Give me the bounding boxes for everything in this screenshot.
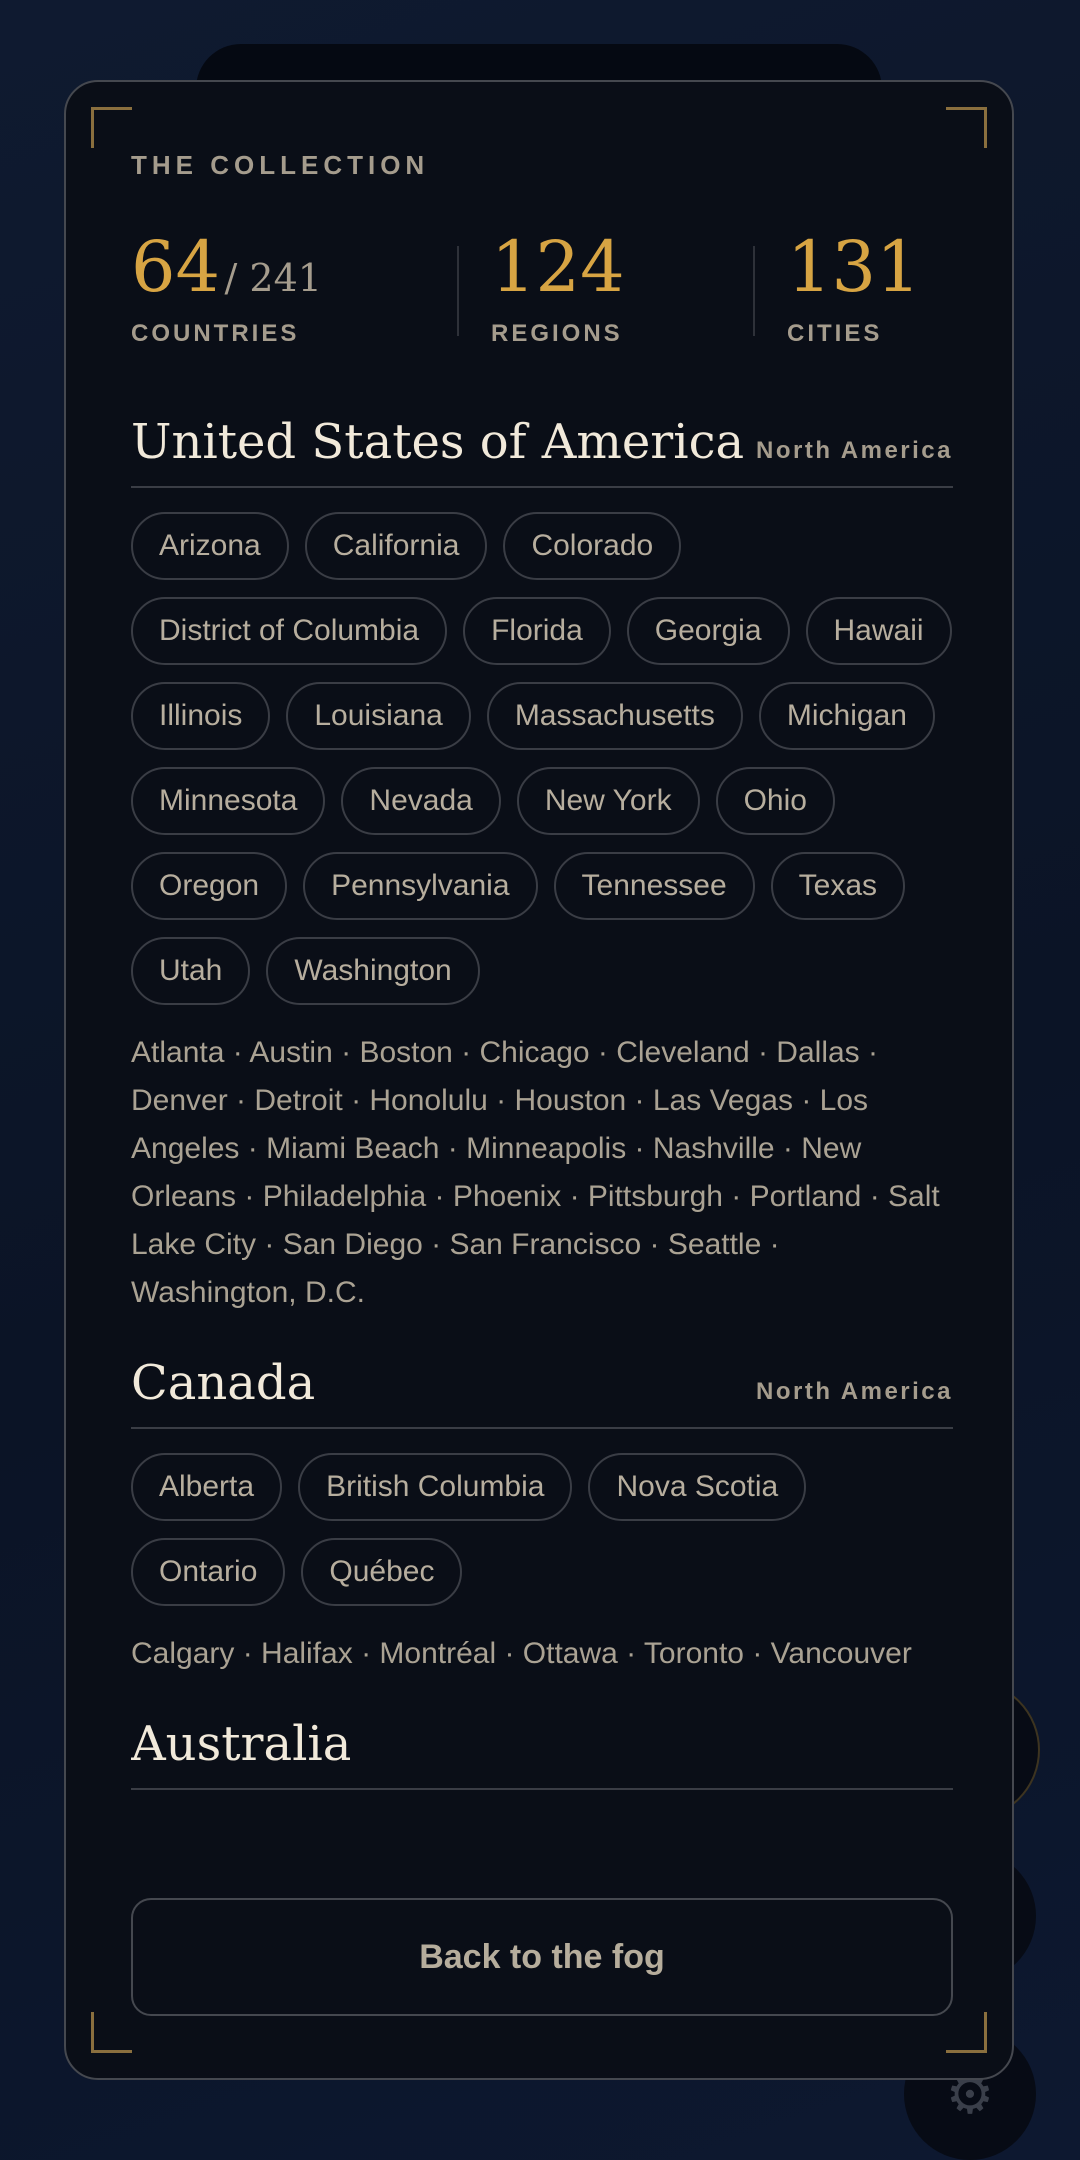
city-list: Calgary · Halifax · Montréal · Ottawa · … (131, 1637, 912, 1670)
stat-countries: 64 / 241 COUNTRIES (131, 232, 322, 348)
region-chip[interactable]: Illinois (131, 682, 271, 750)
country-name: Australia (131, 1716, 352, 1772)
stat-cities: 131 CITIES (787, 232, 921, 348)
corner-ornament (91, 2012, 132, 2053)
region-chip[interactable]: District of Columbia (131, 597, 448, 665)
region-chip[interactable]: Michigan (758, 682, 935, 750)
region-chip[interactable]: Colorado (503, 512, 682, 580)
region-chips: Alberta British Columbia Nova Scotia Ontari… (131, 1453, 953, 1606)
stat-regions: 124 REGIONS (491, 232, 625, 348)
region-chip[interactable]: Georgia (626, 597, 790, 665)
stat-divider (457, 246, 459, 336)
region-chip[interactable]: Louisiana (286, 682, 471, 750)
continent-label: North America (756, 437, 953, 464)
country-name: United States of America (131, 414, 745, 470)
region-chip[interactable]: Hawaii (805, 597, 952, 665)
country-header: Canada North America (131, 1355, 953, 1429)
corner-ornament (946, 2012, 987, 2053)
region-chip[interactable]: Québec (301, 1538, 463, 1606)
region-chip[interactable]: Arizona (131, 512, 289, 580)
region-chip[interactable]: Ohio (715, 767, 835, 835)
region-chip[interactable]: Massachusetts (486, 682, 743, 750)
region-chip[interactable]: Ontario (131, 1538, 286, 1606)
country-header: Australia (131, 1716, 953, 1790)
region-chip[interactable]: Tennessee (553, 852, 755, 920)
countries-total: / 241 (224, 256, 322, 300)
country-header: United States of America North America (131, 414, 953, 488)
cities-count: 131 (787, 226, 921, 308)
city-list: Atlanta · Austin · Boston · Chicago · Cl… (131, 1036, 940, 1309)
regions-label: REGIONS (491, 320, 623, 347)
country-section: United States of America North America Ari… (131, 414, 953, 1317)
region-chip[interactable]: British Columbia (298, 1453, 573, 1521)
collection-title: THE COLLECTION (131, 150, 430, 180)
collection-panel: THE COLLECTION 64 / 241 COUNTRIES 124 RE… (64, 80, 1014, 2080)
continent-label: North America (756, 1378, 953, 1405)
region-chip[interactable]: Oregon (131, 852, 288, 920)
region-chip[interactable]: Utah (131, 937, 251, 1005)
corner-ornament (91, 107, 132, 148)
region-chip[interactable]: California (304, 512, 488, 580)
region-chip[interactable]: Nevada (341, 767, 501, 835)
stat-divider (753, 246, 755, 336)
regions-count: 124 (491, 226, 625, 308)
country-section: Australia (131, 1716, 953, 1790)
cities-label: CITIES (787, 320, 883, 347)
region-chip[interactable]: Texas (770, 852, 906, 920)
region-chip[interactable]: Alberta (131, 1453, 283, 1521)
countries-count: 64 (131, 226, 221, 308)
country-section: Canada North America Alberta British Columb… (131, 1355, 953, 1678)
region-chips: Arizona California Colorado District of Col… (131, 512, 953, 1005)
corner-ornament (946, 107, 987, 148)
countries-label: COUNTRIES (131, 320, 300, 347)
country-list[interactable]: United States of America North America Ari… (131, 414, 953, 1926)
country-name: Canada (131, 1355, 316, 1411)
region-chip[interactable]: Washington (266, 937, 480, 1005)
region-chip[interactable]: Florida (463, 597, 611, 665)
region-chip[interactable]: Nova Scotia (588, 1453, 807, 1521)
stats-row: 64 / 241 COUNTRIES 124 REGIONS 131 CITIE… (131, 232, 951, 352)
back-to-the-fog-button[interactable]: Back to the fog (131, 1898, 953, 2016)
region-chip[interactable]: New York (516, 767, 700, 835)
region-chip[interactable]: Pennsylvania (303, 852, 538, 920)
region-chip[interactable]: Minnesota (131, 767, 326, 835)
